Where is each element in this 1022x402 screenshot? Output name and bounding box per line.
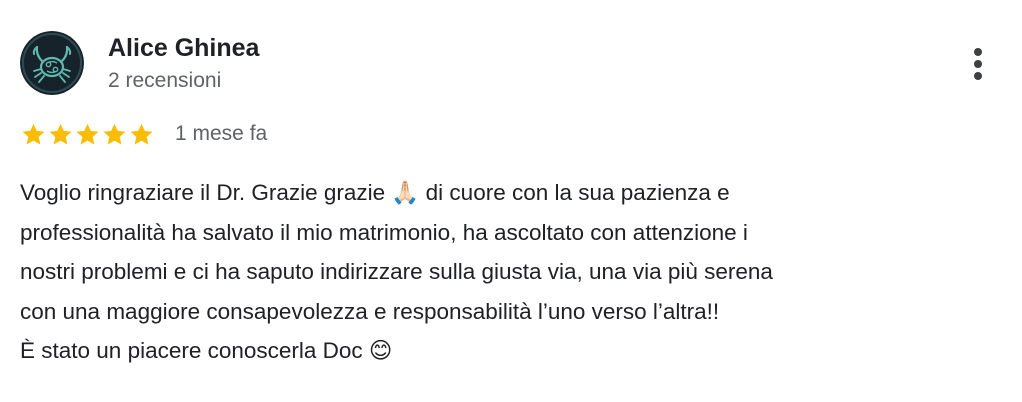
review-text: Voglio ringraziare il Dr. Grazie grazie … <box>20 173 980 371</box>
review-text-line: professionalità ha salvato il mio matrim… <box>20 219 748 245</box>
more-options-button[interactable] <box>962 40 994 88</box>
review-card: Alice Ghinea 2 recensioni 1 mese fa Vogl… <box>0 0 1022 402</box>
review-text-line: con una maggiore consapevolezza e respon… <box>20 298 720 324</box>
reviewer-name[interactable]: Alice Ghinea <box>108 34 259 63</box>
star-icon <box>74 121 101 148</box>
review-count[interactable]: 2 recensioni <box>108 69 221 93</box>
star-rating <box>20 121 155 148</box>
star-icon <box>47 121 74 148</box>
star-icon <box>128 121 155 148</box>
reviewer-avatar[interactable] <box>20 31 84 95</box>
star-icon <box>101 121 128 148</box>
rating-row: 1 mese fa <box>20 120 267 148</box>
review-text-line: nostri problemi e ci ha saputo indirizza… <box>20 259 773 284</box>
cancer-zodiac-crab-icon <box>20 31 84 95</box>
review-date: 1 mese fa <box>175 122 268 145</box>
star-icon <box>20 121 47 148</box>
review-text-line: È stato un piacere conoscerla Doc 😊 <box>20 338 393 363</box>
review-text-line: Voglio ringraziare il Dr. Grazie grazie … <box>20 180 730 205</box>
